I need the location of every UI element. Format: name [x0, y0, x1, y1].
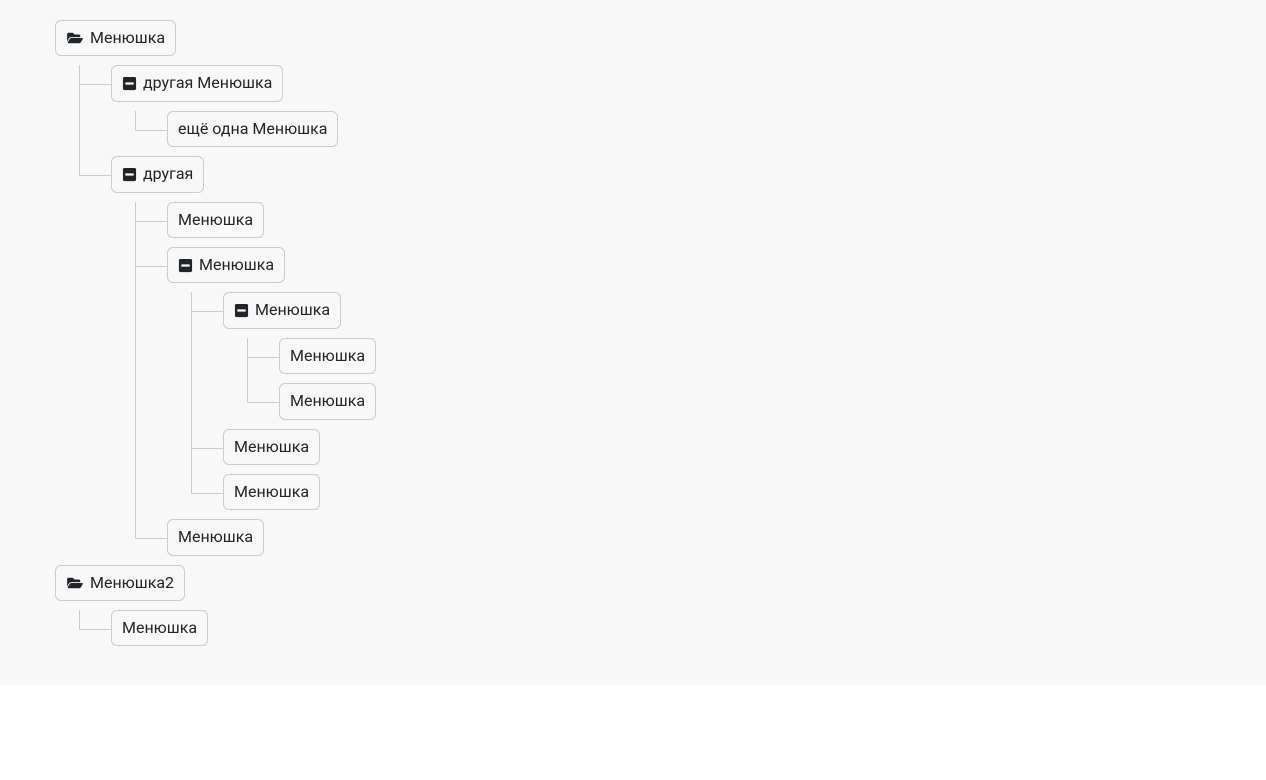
- tree-children: ещё одна Менюшка: [111, 111, 1211, 156]
- tree-node-label: другая: [143, 163, 193, 185]
- tree-children: Менюшка: [55, 610, 1211, 655]
- tree-node[interactable]: Менюшка: [279, 338, 376, 374]
- tree-node-label: другая Менюшка: [143, 72, 272, 94]
- tree-node[interactable]: Менюшка: [279, 383, 376, 419]
- folder-open-icon: [66, 576, 84, 590]
- tree-root: Менюшкадругая Менюшкаещё одна Менюшкадру…: [55, 20, 1211, 655]
- tree-node[interactable]: Менюшка: [55, 20, 176, 56]
- tree-node-label: Менюшка: [290, 345, 365, 367]
- tree-item: Менюшка2 Менюшка: [55, 565, 1211, 656]
- tree-item: Менюшка: [167, 429, 1211, 474]
- tree-node[interactable]: Менюшка: [167, 202, 264, 238]
- tree-item: Менюшка: [111, 202, 1211, 247]
- tree-node-label: Менюшка: [178, 526, 253, 548]
- tree-node[interactable]: Менюшка: [167, 247, 285, 283]
- tree-children: МенюшкаМенюшкаМенюшкаМенюшкаМенюшкаМенюш…: [111, 202, 1211, 565]
- tree-item: другая Менюшка ещё одна Менюшка: [55, 65, 1211, 156]
- tree-node[interactable]: Менюшка: [223, 429, 320, 465]
- tree-node-label: Менюшка: [290, 390, 365, 412]
- tree-item: МенюшкаМенюшкаМенюшкаМенюшкаМенюшкаМенюш…: [111, 247, 1211, 519]
- tree-children: Менюшка Менюшка: [223, 338, 1211, 429]
- tree-item: Менюшка: [111, 519, 1211, 564]
- tree-item: Менюшка: [223, 383, 1211, 428]
- collapse-icon: [178, 258, 193, 273]
- tree-node[interactable]: Менюшка: [223, 474, 320, 510]
- tree-item: Менюшкадругая Менюшкаещё одна Менюшкадру…: [55, 20, 1211, 565]
- tree-node-label: Менюшка: [178, 209, 253, 231]
- tree-node-label: Менюшка: [234, 436, 309, 458]
- tree-node-label: Менюшка: [255, 299, 330, 321]
- tree-item: другаяМенюшкаМенюшкаМенюшкаМенюшкаМенюшк…: [55, 156, 1211, 565]
- tree-view: Менюшкадругая Менюшкаещё одна Менюшкадру…: [0, 0, 1266, 685]
- tree-node[interactable]: Менюшка: [223, 292, 341, 328]
- collapse-icon: [122, 76, 137, 91]
- collapse-icon: [234, 303, 249, 318]
- tree-node-label: ещё одна Менюшка: [178, 118, 327, 140]
- tree-node-label: Менюшка: [199, 254, 274, 276]
- tree-item: Менюшка: [167, 474, 1211, 519]
- tree-children: другая Менюшка ещё одна Менюшка другая Меню…: [55, 65, 1211, 564]
- tree-node[interactable]: Менюшка: [167, 519, 264, 555]
- tree-node[interactable]: ещё одна Менюшка: [167, 111, 338, 147]
- tree-item: Менюшка Менюшка Менюшка: [167, 292, 1211, 428]
- tree-node-label: Менюшка: [122, 617, 197, 639]
- tree-item: Менюшка: [223, 338, 1211, 383]
- tree-node[interactable]: другая: [111, 156, 204, 192]
- tree-children: Менюшка Менюшка Менюшка Менюшка Менюшка: [167, 292, 1211, 519]
- tree-node[interactable]: Менюшка: [111, 610, 208, 646]
- tree-node-label: Менюшка: [234, 481, 309, 503]
- tree-item: ещё одна Менюшка: [111, 111, 1211, 156]
- tree-node[interactable]: Менюшка2: [55, 565, 185, 601]
- tree-node-label: Менюшка: [90, 27, 165, 49]
- folder-open-icon: [66, 31, 84, 45]
- collapse-icon: [122, 167, 137, 182]
- tree-node[interactable]: другая Менюшка: [111, 65, 283, 101]
- tree-item: Менюшка: [55, 610, 1211, 655]
- tree-node-label: Менюшка2: [90, 572, 174, 594]
